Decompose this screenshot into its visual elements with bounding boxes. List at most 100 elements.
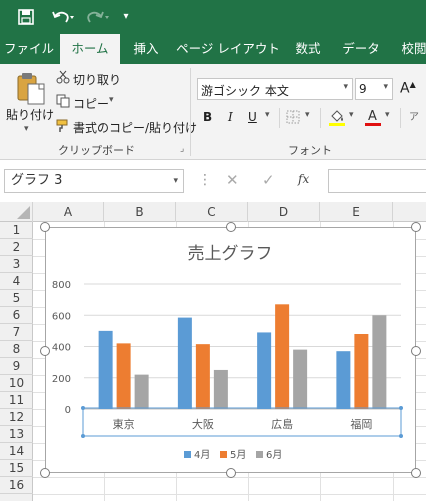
underline-button[interactable]: U: [248, 110, 257, 124]
font-size-select[interactable]: 9 ▾: [355, 78, 393, 100]
copy-dropdown-icon[interactable]: ▾: [109, 95, 114, 105]
paste-label[interactable]: 貼り付け: [6, 106, 54, 123]
row-header[interactable]: 9: [0, 358, 33, 375]
bar-2-3[interactable]: [275, 304, 290, 409]
row-header[interactable]: 10: [0, 375, 33, 392]
row-header[interactable]: 16: [0, 477, 33, 494]
resize-handle-top-left[interactable]: [40, 222, 50, 232]
fill-color-icon[interactable]: [328, 108, 346, 129]
border-dropdown-icon[interactable]: ▾: [305, 110, 310, 120]
column-header-a[interactable]: A: [33, 202, 104, 222]
grow-font-icon[interactable]: A▲: [400, 80, 416, 97]
resize-handle-bottom-right[interactable]: [411, 468, 421, 478]
x-tick-label: 大阪: [192, 417, 214, 431]
column-header-b[interactable]: B: [104, 202, 176, 222]
resize-handle-left[interactable]: [40, 346, 50, 356]
phonetic-button[interactable]: ア: [409, 108, 419, 123]
font-name-select[interactable]: 游ゴシック 本文 ▾: [197, 78, 353, 100]
row-header[interactable]: 4: [0, 273, 33, 290]
copy-button[interactable]: コピー: [73, 95, 109, 112]
resize-handle-bottom[interactable]: [226, 468, 236, 478]
svg-text:A: A: [368, 109, 377, 124]
select-all-corner[interactable]: [0, 202, 33, 222]
quick-access-toolbar: ▾: [0, 0, 426, 34]
italic-button[interactable]: I: [228, 110, 233, 124]
cut-icon[interactable]: [56, 70, 70, 87]
row-header[interactable]: 6: [0, 307, 33, 324]
tab-home[interactable]: ホーム: [60, 34, 120, 64]
bar-3-3[interactable]: [293, 349, 308, 409]
underline-dropdown-icon[interactable]: ▾: [265, 110, 270, 120]
row-header[interactable]: 3: [0, 256, 33, 273]
resize-handle-right[interactable]: [411, 346, 421, 356]
bar-2-1[interactable]: [116, 343, 131, 409]
font-color-dropdown-icon[interactable]: ▾: [385, 110, 390, 120]
column-header-e[interactable]: E: [320, 202, 393, 222]
row-header[interactable]: 1: [0, 222, 33, 239]
more-icon: ⋮: [198, 172, 212, 188]
save-icon[interactable]: [14, 6, 38, 28]
font-color-icon[interactable]: A: [364, 108, 382, 129]
axis-handle[interactable]: [399, 434, 403, 438]
axis-handle[interactable]: [81, 406, 85, 410]
redo-icon[interactable]: [84, 6, 114, 28]
grow-font-label: A: [400, 80, 410, 97]
resize-handle-top[interactable]: [226, 222, 236, 232]
bar-3-4[interactable]: [372, 315, 387, 409]
clipboard-launcher-icon[interactable]: ⌟: [180, 144, 184, 154]
bold-button[interactable]: B: [203, 110, 212, 124]
chart-object[interactable]: 売上グラフ 0 200 400 600 800 東京 大阪 広島 福岡 4月 5月 6月: [45, 227, 416, 473]
undo-icon[interactable]: [48, 6, 78, 28]
format-painter-button[interactable]: 書式のコピー/貼り付け: [73, 119, 197, 136]
copy-icon[interactable]: [56, 94, 70, 111]
legend[interactable]: 4月 5月 6月: [184, 449, 282, 461]
enter-icon[interactable]: ✓: [262, 171, 275, 189]
fill-color-dropdown-icon[interactable]: ▾: [349, 110, 354, 120]
x-tick-label: 東京: [113, 417, 135, 431]
column-header-c[interactable]: C: [176, 202, 248, 222]
bar-2-2[interactable]: [195, 344, 210, 409]
cancel-icon[interactable]: ✕: [226, 171, 239, 189]
paste-dropdown-icon[interactable]: ▾: [24, 124, 29, 134]
x-tick-label: 福岡: [350, 417, 372, 431]
border-icon[interactable]: [286, 110, 300, 127]
customize-icon[interactable]: ▾: [118, 6, 134, 28]
format-painter-icon[interactable]: [56, 119, 70, 136]
bar-3-1[interactable]: [134, 374, 149, 409]
insert-function-button[interactable]: fx: [298, 172, 309, 186]
row-header[interactable]: 2: [0, 239, 33, 256]
column-header-d[interactable]: D: [248, 202, 320, 222]
tab-insert[interactable]: 挿入: [124, 34, 168, 64]
row-header[interactable]: 8: [0, 341, 33, 358]
row-header[interactable]: 13: [0, 426, 33, 443]
tab-formulas[interactable]: 数式: [286, 34, 330, 64]
name-box[interactable]: グラフ 3 ▾: [4, 169, 184, 193]
ribbon: 貼り付け ▾ 切り取り コピー ▾ 書式のコピー/貼り付け クリップボード ⌟ …: [0, 64, 426, 160]
bar-3-2[interactable]: [213, 369, 228, 409]
tab-file[interactable]: ファイル: [0, 34, 58, 64]
row-header[interactable]: 15: [0, 460, 33, 477]
font-group-label: フォント: [288, 144, 332, 157]
legend-swatch: [256, 451, 263, 458]
bar-1-1[interactable]: [98, 330, 113, 409]
column-header-f[interactable]: [393, 202, 426, 222]
row-header[interactable]: 14: [0, 443, 33, 460]
cut-button[interactable]: 切り取り: [73, 71, 121, 88]
row-header[interactable]: 12: [0, 409, 33, 426]
tab-review[interactable]: 校閲: [394, 34, 426, 64]
tab-page-layout[interactable]: ページ レイアウト: [176, 34, 280, 64]
resize-handle-top-right[interactable]: [411, 222, 421, 232]
row-header[interactable]: 11: [0, 392, 33, 409]
row-header[interactable]: 5: [0, 290, 33, 307]
formula-input[interactable]: [328, 169, 426, 193]
row-header[interactable]: 7: [0, 324, 33, 341]
bar-2-4[interactable]: [354, 334, 369, 409]
axis-handle[interactable]: [399, 406, 403, 410]
bar-1-3[interactable]: [257, 332, 272, 409]
bar-1-2[interactable]: [177, 317, 192, 409]
axis-handle[interactable]: [81, 434, 85, 438]
resize-handle-bottom-left[interactable]: [40, 468, 50, 478]
bar-1-4[interactable]: [336, 351, 351, 409]
chart-title[interactable]: 売上グラフ: [188, 244, 273, 264]
tab-data[interactable]: データ: [334, 34, 388, 64]
